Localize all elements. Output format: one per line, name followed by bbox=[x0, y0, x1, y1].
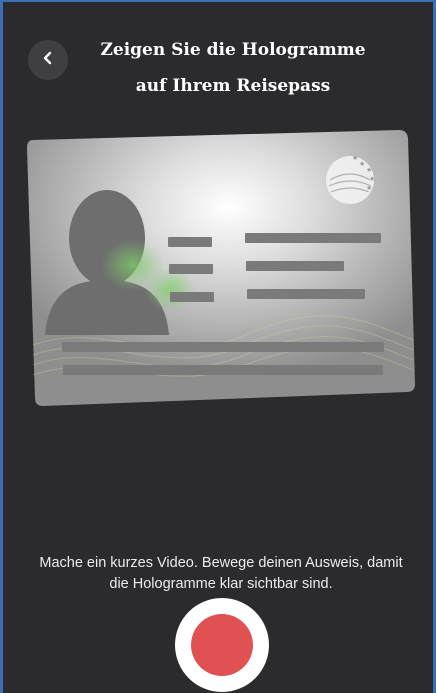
svg-text:★: ★ bbox=[366, 184, 372, 192]
page-title: Zeigen Sie die Hologramme auf Ihrem Reis… bbox=[100, 40, 366, 96]
id-card-illustration: ★ ★ ★ ★ ★ bbox=[25, 130, 417, 410]
record-button[interactable] bbox=[175, 598, 269, 692]
instruction-text: Mache ein kurzes Video. Bewege deinen Au… bbox=[39, 555, 403, 592]
back-button[interactable] bbox=[28, 40, 68, 80]
svg-text:★: ★ bbox=[369, 175, 375, 183]
chevron-left-icon bbox=[41, 51, 55, 70]
svg-text:★: ★ bbox=[352, 154, 358, 162]
screen-frame: Zeigen Sie die Hologramme auf Ihrem Reis… bbox=[0, 0, 436, 693]
svg-text:★: ★ bbox=[359, 160, 365, 168]
record-button-icon bbox=[191, 614, 253, 676]
svg-text:★: ★ bbox=[366, 166, 372, 174]
